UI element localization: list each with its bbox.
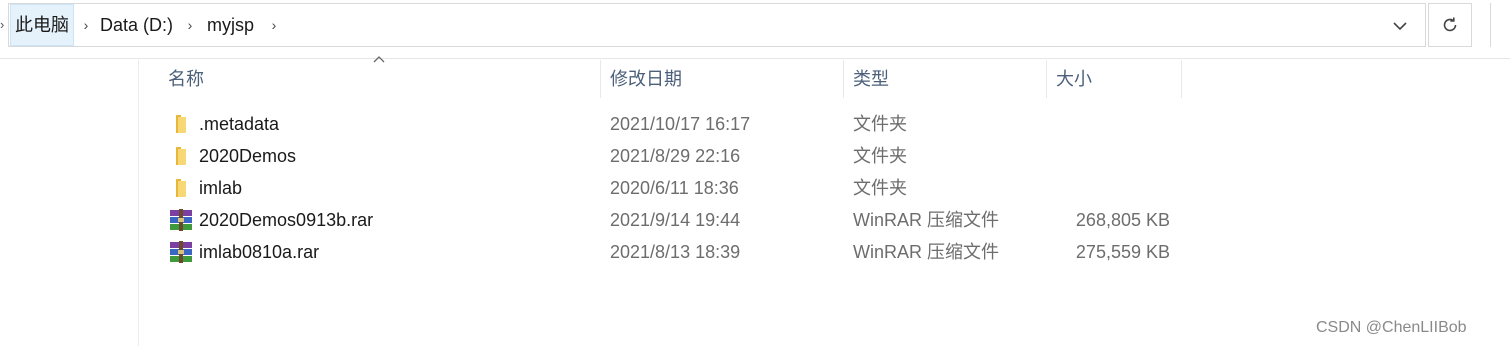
column-resize-handle[interactable] bbox=[600, 60, 601, 98]
column-header-name[interactable]: 名称 bbox=[168, 60, 204, 98]
file-name: 2020Demos0913b.rar bbox=[199, 210, 374, 230]
file-type: WinRAR 压缩文件 bbox=[853, 242, 1000, 262]
winrar-archive-icon bbox=[170, 209, 192, 231]
search-box[interactable] bbox=[1490, 3, 1510, 47]
breadcrumb-item-folder[interactable]: myjsp bbox=[207, 14, 254, 36]
file-row[interactable]: .metadata 2021/10/17 16:17 文件夹 bbox=[140, 108, 1200, 140]
file-date: 2021/10/17 16:17 bbox=[610, 114, 751, 134]
file-type: 文件夹 bbox=[853, 146, 907, 166]
sort-ascending-icon bbox=[372, 54, 386, 66]
file-date: 2021/8/13 18:39 bbox=[610, 242, 741, 262]
column-resize-handle[interactable] bbox=[843, 60, 844, 98]
address-history-chevron-down-icon[interactable] bbox=[1388, 14, 1412, 38]
file-name: imlab bbox=[199, 178, 243, 198]
file-name: imlab0810a.rar bbox=[199, 242, 320, 262]
breadcrumb-overflow-icon[interactable]: › bbox=[0, 18, 8, 32]
address-bar: › 此电脑 › Data (D:) › myjsp › bbox=[0, 0, 1510, 52]
file-row[interactable]: 2020Demos0913b.rar 2021/9/14 19:44 WinRA… bbox=[140, 204, 1200, 236]
breadcrumb-item-drive[interactable]: Data (D:) bbox=[100, 14, 173, 36]
breadcrumb-chevron-icon[interactable]: › bbox=[184, 14, 196, 36]
file-date: 2020/6/11 18:36 bbox=[610, 178, 739, 198]
file-row[interactable]: imlab 2020/6/11 18:36 文件夹 bbox=[140, 172, 1200, 204]
toolbar-divider bbox=[0, 58, 1510, 59]
breadcrumb-item-this-pc[interactable]: 此电脑 bbox=[15, 14, 69, 36]
column-resize-handle[interactable] bbox=[1181, 60, 1182, 98]
file-type: 文件夹 bbox=[853, 114, 907, 134]
refresh-button[interactable] bbox=[1428, 3, 1472, 47]
file-type: WinRAR 压缩文件 bbox=[853, 210, 1000, 230]
file-name: 2020Demos bbox=[199, 146, 297, 166]
file-row[interactable]: imlab0810a.rar 2021/8/13 18:39 WinRAR 压缩… bbox=[140, 236, 1200, 268]
file-size: 275,559 KB bbox=[1075, 242, 1170, 262]
column-header-date[interactable]: 修改日期 bbox=[610, 60, 682, 98]
file-date: 2021/9/14 19:44 bbox=[610, 210, 741, 230]
column-resize-handle[interactable] bbox=[1046, 60, 1047, 98]
folder-icon bbox=[170, 145, 192, 167]
breadcrumb-chevron-icon[interactable]: › bbox=[80, 14, 92, 36]
column-header-size[interactable]: 大小 bbox=[1056, 60, 1092, 98]
winrar-archive-icon bbox=[170, 241, 192, 263]
watermark: CSDN @ChenLIIBob bbox=[1316, 319, 1467, 336]
file-size: 268,805 KB bbox=[1075, 210, 1170, 230]
breadcrumb-chevron-icon[interactable]: › bbox=[268, 14, 280, 36]
column-header-type[interactable]: 类型 bbox=[853, 60, 889, 98]
file-date: 2021/8/29 22:16 bbox=[610, 146, 741, 166]
folder-icon bbox=[170, 177, 192, 199]
file-name: .metadata bbox=[199, 114, 280, 134]
refresh-icon bbox=[1443, 17, 1457, 32]
file-row[interactable]: 2020Demos 2021/8/29 22:16 文件夹 bbox=[140, 140, 1200, 172]
navigation-pane-divider[interactable] bbox=[138, 60, 139, 346]
folder-icon bbox=[170, 113, 192, 135]
file-type: 文件夹 bbox=[853, 178, 907, 198]
